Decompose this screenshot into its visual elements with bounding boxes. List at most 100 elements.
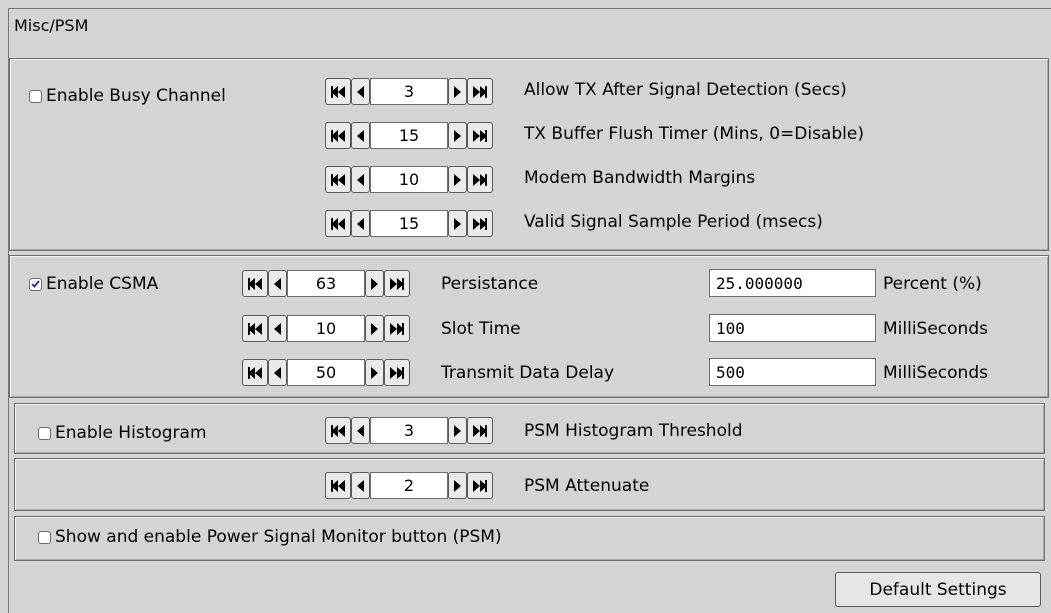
sample-period-label: Valid Signal Sample Period (msecs): [524, 212, 823, 232]
step-forward-button[interactable]: [365, 270, 384, 297]
fast-forward-icon: [473, 129, 487, 142]
step-forward-icon: [454, 129, 461, 142]
fast-forward-icon: [473, 85, 487, 98]
checkbox-box[interactable]: [29, 89, 42, 103]
fast-forward-button[interactable]: [467, 472, 493, 499]
checkbox-box[interactable]: [38, 530, 51, 544]
fast-backward-icon: [331, 479, 345, 492]
step-forward-button[interactable]: [448, 472, 467, 499]
enable-histogram-checkbox[interactable]: Enable Histogram: [38, 423, 207, 443]
section-title: Misc/PSM: [14, 16, 89, 35]
step-backward-icon: [357, 129, 364, 142]
histogram-threshold-value[interactable]: 3: [370, 417, 448, 444]
step-forward-icon: [454, 424, 461, 437]
persistance-label: Persistance: [441, 274, 539, 294]
fast-forward-icon: [390, 277, 404, 290]
checkbox-box[interactable]: [29, 277, 42, 291]
step-backward-button[interactable]: [268, 315, 287, 342]
transmit-delay-field[interactable]: 500: [709, 358, 876, 386]
transmit-delay-unit: MilliSeconds: [883, 363, 988, 383]
fast-forward-icon: [473, 479, 487, 492]
step-forward-icon: [371, 277, 378, 290]
default-settings-button[interactable]: Default Settings: [835, 572, 1041, 607]
step-backward-button[interactable]: [268, 270, 287, 297]
fast-forward-button[interactable]: [384, 270, 410, 297]
fast-forward-button[interactable]: [384, 359, 410, 386]
fast-backward-button[interactable]: [325, 166, 351, 193]
fast-forward-icon: [390, 366, 404, 379]
sample-period-counter: 15: [325, 210, 493, 237]
bandwidth-margin-counter: 10: [325, 166, 493, 193]
tx-buffer-counter: 15: [325, 122, 493, 149]
step-backward-icon: [274, 366, 281, 379]
fast-backward-button[interactable]: [325, 122, 351, 149]
fast-forward-button[interactable]: [467, 166, 493, 193]
step-backward-button[interactable]: [351, 78, 370, 105]
step-forward-button[interactable]: [448, 78, 467, 105]
fast-backward-icon: [331, 85, 345, 98]
step-backward-button[interactable]: [351, 210, 370, 237]
step-forward-button[interactable]: [448, 166, 467, 193]
sample-period-value[interactable]: 15: [370, 210, 448, 237]
checkbox-box[interactable]: [38, 426, 51, 440]
persistance-value[interactable]: 63: [287, 270, 365, 297]
slot-time-value[interactable]: 10: [287, 315, 365, 342]
fast-forward-button[interactable]: [384, 315, 410, 342]
step-backward-icon: [357, 173, 364, 186]
fast-backward-button[interactable]: [242, 315, 268, 342]
fast-forward-icon: [390, 322, 404, 335]
show-psm-checkbox[interactable]: Show and enable Power Signal Monitor but…: [38, 527, 502, 547]
fast-forward-button[interactable]: [467, 122, 493, 149]
check-icon: [31, 280, 40, 288]
persistance-unit: Percent (%): [883, 274, 982, 294]
fast-forward-icon: [473, 173, 487, 186]
fast-backward-button[interactable]: [325, 210, 351, 237]
fast-forward-icon: [473, 424, 487, 437]
step-forward-icon: [454, 479, 461, 492]
step-forward-button[interactable]: [448, 122, 467, 149]
step-backward-icon: [357, 85, 364, 98]
step-backward-icon: [357, 217, 364, 230]
tx-buffer-value[interactable]: 15: [370, 122, 448, 149]
step-backward-button[interactable]: [351, 122, 370, 149]
show-psm-label: Show and enable Power Signal Monitor but…: [55, 527, 502, 547]
fast-backward-icon: [331, 217, 345, 230]
enable-csma-checkbox[interactable]: Enable CSMA: [29, 274, 158, 294]
fast-backward-button[interactable]: [242, 270, 268, 297]
step-forward-button[interactable]: [365, 315, 384, 342]
fast-forward-icon: [473, 217, 487, 230]
transmit-delay-value[interactable]: 50: [287, 359, 365, 386]
enable-busy-channel-checkbox[interactable]: Enable Busy Channel: [29, 86, 226, 106]
slot-time-unit: MilliSeconds: [883, 319, 988, 339]
persistance-counter: 63: [242, 270, 410, 297]
enable-csma-label: Enable CSMA: [46, 274, 159, 294]
allow-tx-value[interactable]: 3: [370, 78, 448, 105]
bandwidth-margin-value[interactable]: 10: [370, 166, 448, 193]
attenuate-value[interactable]: 2: [370, 472, 448, 499]
persistance-field[interactable]: 25.000000: [709, 269, 876, 297]
step-backward-button[interactable]: [351, 166, 370, 193]
step-forward-icon: [454, 85, 461, 98]
step-forward-icon: [454, 217, 461, 230]
fast-backward-button[interactable]: [242, 359, 268, 386]
fast-forward-button[interactable]: [467, 78, 493, 105]
fast-forward-button[interactable]: [467, 417, 493, 444]
slot-time-label: Slot Time: [441, 319, 521, 339]
step-forward-button[interactable]: [365, 359, 384, 386]
attenuate-label: PSM Attenuate: [524, 476, 650, 496]
step-forward-button[interactable]: [448, 417, 467, 444]
step-forward-icon: [371, 366, 378, 379]
fast-forward-button[interactable]: [467, 210, 493, 237]
step-backward-icon: [274, 322, 281, 335]
transmit-delay-counter: 50: [242, 359, 410, 386]
tx-buffer-label: TX Buffer Flush Timer (Mins, 0=Disable): [524, 124, 864, 144]
step-backward-button[interactable]: [268, 359, 287, 386]
step-backward-button[interactable]: [351, 417, 370, 444]
fast-backward-icon: [248, 366, 262, 379]
fast-backward-button[interactable]: [325, 472, 351, 499]
fast-backward-button[interactable]: [325, 417, 351, 444]
fast-backward-button[interactable]: [325, 78, 351, 105]
step-backward-button[interactable]: [351, 472, 370, 499]
slot-time-field[interactable]: 100: [709, 314, 876, 342]
step-forward-button[interactable]: [448, 210, 467, 237]
